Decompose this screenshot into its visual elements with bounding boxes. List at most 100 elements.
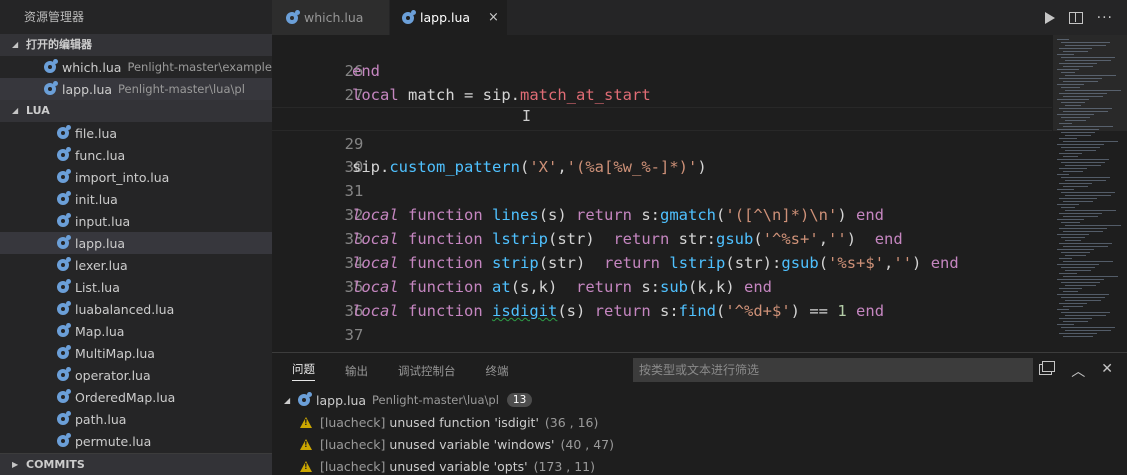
file-tree-item[interactable]: Map.lua (0, 320, 272, 342)
tab-terminal[interactable]: 终端 (486, 363, 509, 379)
problem-position: (173 , 11) (533, 458, 596, 474)
minimap-line (1061, 282, 1100, 283)
minimap-line (1057, 219, 1084, 220)
file-tree-item[interactable]: input.lua (0, 210, 272, 232)
code-line-current[interactable]: 29 (272, 107, 1052, 153)
minimap-line (1057, 324, 1074, 325)
minimap-line (1065, 300, 1101, 301)
warning-icon (300, 438, 312, 450)
file-tree-item[interactable]: lapp.lua (0, 232, 272, 254)
file-tree-item[interactable]: luabalanced.lua (0, 298, 272, 320)
minimap-line (1061, 327, 1115, 328)
minimap-line (1061, 207, 1075, 208)
minimap-line (1065, 210, 1116, 211)
file-tree-item[interactable]: func.lua (0, 144, 272, 166)
minimap-line (1063, 246, 1108, 247)
minimap-line (1061, 132, 1095, 133)
minimap-line (1063, 231, 1103, 232)
minimap-line (1059, 78, 1102, 79)
lua-file-icon (57, 301, 71, 315)
problem-file-path: Penlight-master\lua\pl (372, 393, 499, 407)
chevron-up-icon[interactable]: ︿ (1071, 361, 1085, 381)
file-tree-item[interactable]: import_into.lua (0, 166, 272, 188)
lua-file-icon (57, 367, 71, 381)
problems-panel: 问题 输出 调试控制台 终端 按类型或文本进行筛选 ︿ ✕ ◢ lapp.lua… (272, 352, 1127, 475)
problem-count-badge: 13 (506, 393, 533, 407)
file-tree-item[interactable]: List.lua (0, 276, 272, 298)
minimap-line (1059, 333, 1097, 334)
editor-actions: ··· (1044, 0, 1127, 35)
code-line[interactable]: 26 end (272, 35, 1052, 80)
minimap-line (1063, 171, 1083, 172)
minimap-line (1065, 105, 1081, 106)
minimap-line (1063, 321, 1088, 322)
problems-filter-input[interactable]: 按类型或文本进行筛选 (633, 358, 1033, 382)
problem-item[interactable]: [luacheck] unused function 'isdigit' (36… (272, 411, 1127, 433)
code-line[interactable]: 34 local function strip(str) return lstri… (272, 227, 1052, 272)
code-line[interactable]: 36 local function isdigit(s) return s:fin… (272, 275, 1052, 320)
commits-header[interactable]: ▶ COMMITS (0, 453, 272, 475)
minimap-line (1061, 192, 1115, 193)
file-tree-item[interactable]: init.lua (0, 188, 272, 210)
close-icon[interactable]: × (488, 10, 499, 25)
run-icon[interactable] (1044, 11, 1055, 24)
file-tree-label: init.lua (75, 191, 118, 207)
code-line[interactable]: 35 local function at(s,k) return s:sub(k,… (272, 251, 1052, 296)
file-tree-item[interactable]: file.lua (0, 122, 272, 144)
tab-which-lua[interactable]: which.lua (272, 0, 390, 35)
tab-debug-console[interactable]: 调试控制台 (398, 363, 456, 379)
code-line[interactable]: 38local lapp = {} (272, 323, 1052, 352)
split-editor-icon[interactable] (1068, 11, 1083, 24)
file-tree-item[interactable]: OrderedMap.lua (0, 386, 272, 408)
minimap-line (1063, 126, 1113, 127)
tab-lapp-lua[interactable]: lapp.lua × (390, 0, 508, 35)
file-tree-item[interactable]: operator.lua (0, 364, 272, 386)
problem-item[interactable]: [luacheck] unused variable 'opts' (173 ,… (272, 455, 1127, 475)
lua-file-icon (286, 9, 300, 24)
open-editor-item[interactable]: lapp.lua Penlight-master\lua\pl (0, 78, 272, 100)
file-tree-item[interactable]: lexer.lua (0, 254, 272, 276)
minimap-line (1065, 165, 1101, 166)
code-line[interactable]: 32 local function lines(s) return s:gmatc… (272, 179, 1052, 224)
code-line[interactable]: 27 local match = sip.match_at_start (272, 59, 1052, 104)
minimap-line (1063, 111, 1108, 112)
text-cursor-icon: I (522, 107, 532, 125)
code-line[interactable]: 33 local function lstrip(str) return str:… (272, 203, 1052, 248)
lua-file-icon (57, 389, 71, 403)
minimap-line (1065, 330, 1111, 331)
minimap[interactable] (1053, 35, 1127, 352)
minimap-line (1065, 135, 1091, 136)
code-line[interactable]: 37 (272, 299, 1052, 344)
problem-file-row[interactable]: ◢ lapp.lua Penlight-master\lua\pl 13 (272, 389, 1127, 411)
problem-message: unused variable 'windows' (389, 436, 555, 452)
file-tree-item[interactable]: permute.lua (0, 430, 272, 452)
lua-file-icon (57, 235, 71, 249)
close-panel-icon[interactable]: ✕ (1101, 361, 1113, 381)
problem-item[interactable]: [luacheck] unused variable 'windows' (40… (272, 433, 1127, 455)
code-line[interactable]: 30 sip.custom_pattern('X','(%a[%w_%-]*)') (272, 131, 1052, 176)
open-editor-path: Penlight-master\examples (127, 60, 272, 74)
lua-file-icon (402, 9, 416, 24)
open-editors-header[interactable]: ◢ 打开的编辑器 (0, 34, 272, 56)
file-tree-item[interactable]: path.lua (0, 408, 272, 430)
open-editor-item[interactable]: which.lua Penlight-master\examples (0, 56, 272, 78)
code-line[interactable]: 31 (272, 155, 1052, 200)
code-editor[interactable]: 26 end 27 local match = sip.match_at_start… (272, 35, 1127, 352)
problem-message: unused function 'isdigit' (389, 414, 539, 430)
collapse-all-icon[interactable] (1042, 361, 1056, 372)
minimap-line (1065, 120, 1086, 121)
minimap-line (1057, 54, 1074, 55)
minimap-line (1059, 228, 1107, 229)
minimap-line (1059, 108, 1112, 109)
minimap-line (1063, 156, 1078, 157)
minimap-line (1061, 312, 1110, 313)
more-icon[interactable]: ··· (1097, 10, 1113, 26)
tab-problems[interactable]: 问题 (292, 361, 315, 381)
minimap-line (1057, 99, 1089, 100)
tab-output[interactable]: 输出 (345, 363, 368, 379)
lua-folder-header[interactable]: ◢ LUA (0, 100, 272, 122)
minimap-line (1059, 123, 1072, 124)
sidebar-title: 资源管理器 (24, 10, 85, 24)
code-line[interactable]: 28local append,tinsert = table.insert,ta… (272, 83, 1052, 128)
file-tree-item[interactable]: MultiMap.lua (0, 342, 272, 364)
